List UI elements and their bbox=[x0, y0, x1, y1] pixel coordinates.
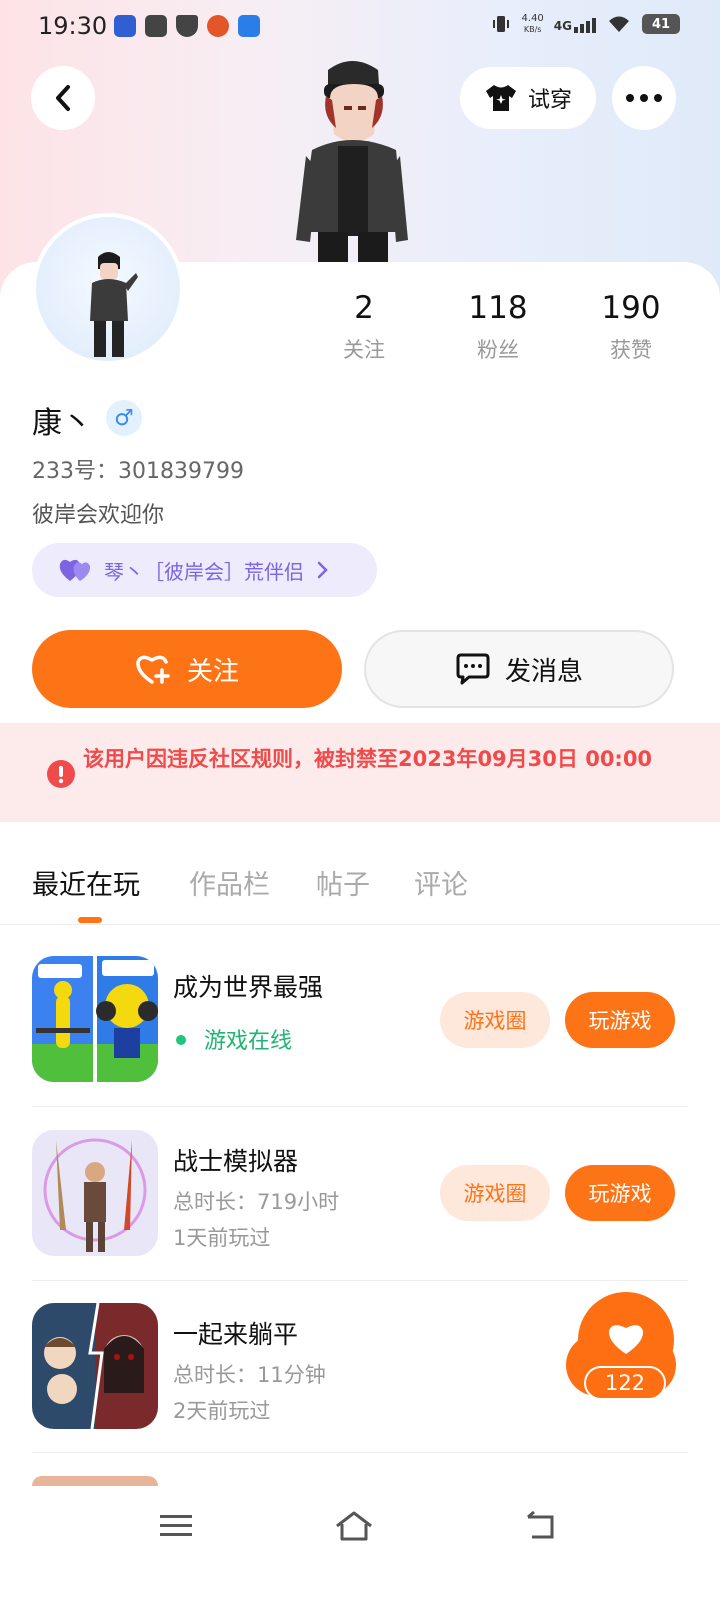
try-on-button[interactable]: 试穿 bbox=[460, 67, 596, 129]
game-title: 成为世界最强 bbox=[173, 973, 324, 1002]
battery-icon: 41 bbox=[642, 14, 680, 34]
username: 康丶 bbox=[32, 406, 92, 441]
divider bbox=[32, 1452, 688, 1453]
chevron-left-icon bbox=[56, 85, 70, 111]
message-notification-icon bbox=[145, 15, 167, 37]
game-circle-button[interactable]: 游戏圈 bbox=[440, 1165, 550, 1221]
play-duration: 总时长：11分钟 bbox=[173, 1363, 326, 1387]
menu-icon[interactable] bbox=[160, 1513, 192, 1539]
active-tab-indicator bbox=[78, 917, 102, 923]
male-gender-icon: ♂ bbox=[106, 400, 142, 436]
user-id: 233号：301839799 bbox=[32, 459, 244, 484]
tab-works[interactable]: 作品栏 bbox=[189, 863, 270, 902]
ban-notice-text: 该用户因违反社区规则，被封禁至2023年09月30日 00:00 bbox=[83, 747, 653, 771]
follow-label: 关注 bbox=[186, 656, 239, 687]
game-title: 一起来躺平 bbox=[173, 1320, 299, 1349]
divider bbox=[32, 1280, 688, 1281]
system-nav-bar bbox=[0, 1486, 720, 1600]
likes-count: 122 bbox=[584, 1366, 666, 1400]
more-button[interactable] bbox=[612, 66, 676, 130]
user-avatar[interactable] bbox=[32, 213, 184, 365]
follow-button[interactable]: 关注 bbox=[32, 630, 342, 708]
game-title: 战士模拟器 bbox=[173, 1147, 299, 1176]
tab-posts[interactable]: 帖子 bbox=[316, 863, 370, 902]
app-notification-icon bbox=[114, 15, 136, 37]
last-played: 2天前玩过 bbox=[173, 1399, 271, 1423]
double-heart-icon bbox=[59, 559, 91, 581]
signal-icon bbox=[574, 15, 596, 33]
more-dots-icon bbox=[626, 94, 662, 102]
online-indicator-icon bbox=[176, 1035, 186, 1045]
game-icon-warrior bbox=[32, 1130, 158, 1256]
net-speed: 4.40 KB/s bbox=[521, 13, 544, 34]
play-game-button[interactable]: 玩游戏 bbox=[565, 1165, 675, 1221]
play-game-button[interactable]: 玩游戏 bbox=[565, 992, 675, 1048]
stat-likes[interactable]: 190 获赞 bbox=[571, 290, 691, 364]
shirt-icon bbox=[485, 85, 516, 111]
divider bbox=[0, 924, 720, 925]
home-icon[interactable] bbox=[334, 1510, 374, 1542]
next-game-icon-partial bbox=[32, 1476, 158, 1486]
back-button[interactable] bbox=[31, 66, 95, 130]
status-time: 19:30 bbox=[38, 12, 108, 40]
game-list-item[interactable]: 战士模拟器 总时长：719小时 1天前玩过 游戏圈 玩游戏 bbox=[32, 1130, 688, 1302]
likes-floating-button[interactable]: 122 bbox=[566, 1292, 678, 1406]
shield-notification-icon bbox=[176, 15, 198, 37]
divider bbox=[32, 1106, 688, 1107]
avatar-figure-icon bbox=[90, 252, 138, 357]
heart-plus-icon bbox=[136, 655, 170, 684]
tab-comments[interactable]: 评论 bbox=[414, 863, 468, 902]
game-circle-button[interactable]: 游戏圈 bbox=[440, 992, 550, 1048]
chat-bubble-icon bbox=[456, 653, 490, 685]
play-duration: 总时长：719小时 bbox=[173, 1190, 340, 1214]
last-played: 1天前玩过 bbox=[173, 1226, 271, 1250]
user-bio: 彼岸会欢迎你 bbox=[32, 503, 165, 528]
network-type: 4G bbox=[553, 19, 572, 33]
partner-label: 琴丶［彼岸会］荒伴侣 bbox=[104, 559, 304, 584]
game-status: 游戏在线 bbox=[204, 1029, 293, 1054]
game-notification-icon bbox=[207, 15, 229, 37]
message-label: 发消息 bbox=[504, 656, 583, 687]
back-nav-icon[interactable] bbox=[524, 1511, 556, 1541]
game-icon-lie-flat bbox=[32, 1303, 158, 1429]
travel-notification-icon bbox=[238, 15, 260, 37]
status-bar: 19:30 4.40 KB/s 4G 41 bbox=[0, 0, 720, 56]
chevron-right-icon bbox=[317, 561, 328, 579]
heart-icon bbox=[608, 1325, 644, 1354]
wifi-icon bbox=[609, 16, 629, 32]
vibrate-icon bbox=[492, 16, 509, 32]
game-icon-strongest bbox=[32, 956, 158, 1082]
stat-following[interactable]: 2 关注 bbox=[304, 290, 424, 364]
notification-icons bbox=[114, 15, 260, 37]
status-right: 4.40 KB/s 4G 41 bbox=[490, 13, 680, 35]
warning-icon bbox=[47, 760, 75, 788]
game-list-item[interactable]: 成为世界最强 游戏在线 游戏圈 玩游戏 bbox=[32, 956, 688, 1128]
stat-followers[interactable]: 118 粉丝 bbox=[438, 290, 558, 364]
tab-recently-played[interactable]: 最近在玩 bbox=[32, 863, 140, 902]
try-on-label: 试穿 bbox=[527, 88, 572, 113]
partner-badge[interactable]: 琴丶［彼岸会］荒伴侣 bbox=[32, 543, 377, 597]
message-button[interactable]: 发消息 bbox=[364, 630, 674, 708]
